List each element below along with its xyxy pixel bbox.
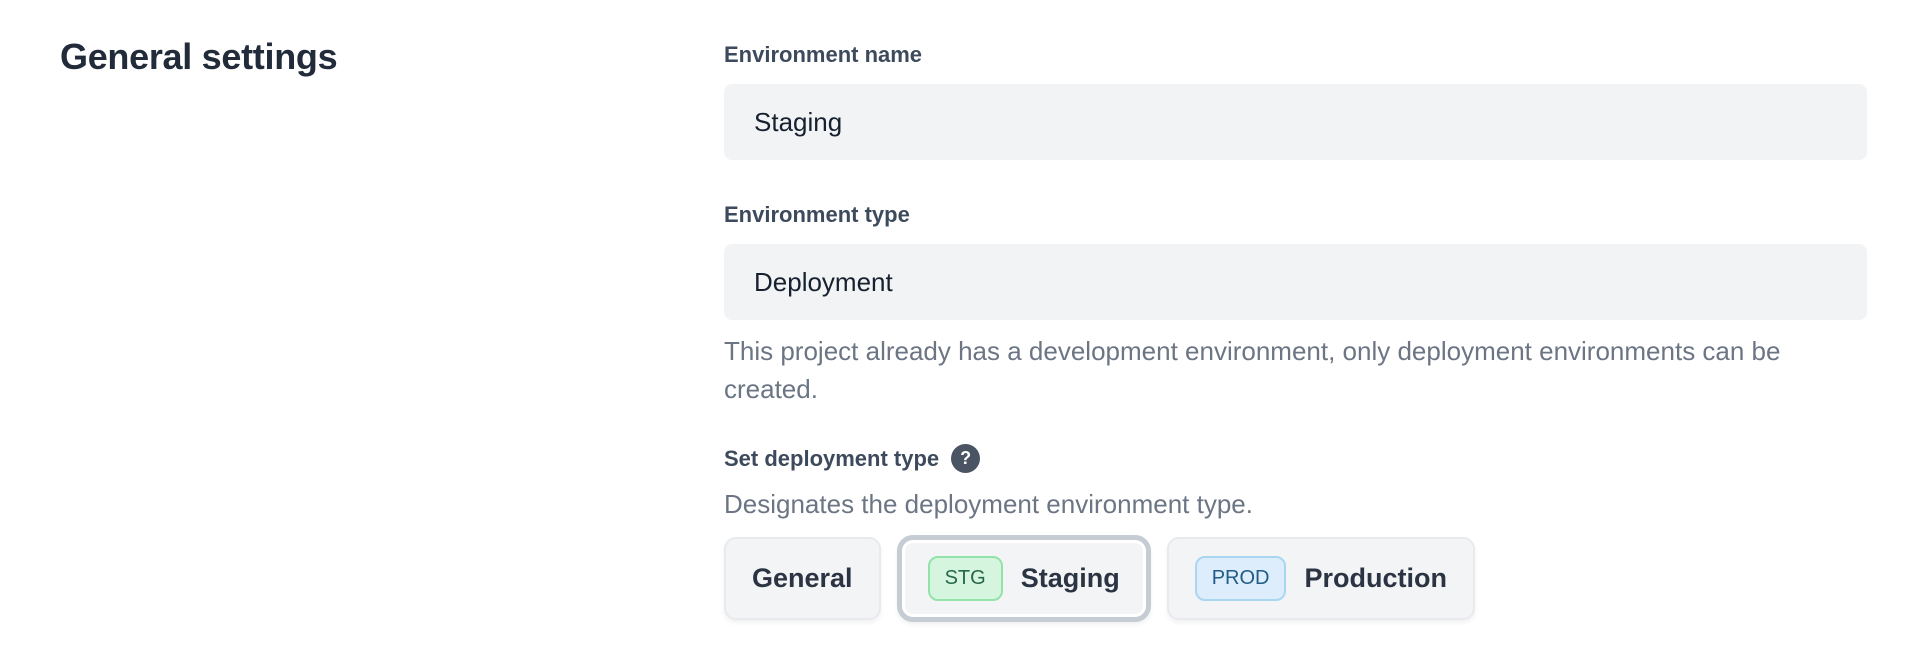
deployment-type-label: Set deployment type: [724, 446, 939, 472]
environment-name-label: Environment name: [724, 42, 1867, 68]
deployment-type-general-button[interactable]: General: [724, 537, 881, 620]
deployment-type-general-label: General: [752, 563, 853, 594]
deployment-type-staging-label: Staging: [1021, 563, 1120, 594]
deployment-type-description: Designates the deployment environment ty…: [724, 485, 1867, 523]
environment-name-input[interactable]: [724, 84, 1867, 160]
environment-settings-form: Environment name Environment type This p…: [724, 36, 1867, 622]
deployment-type-label-row: Set deployment type ?: [724, 444, 1867, 473]
environment-type-field: Environment type This project already ha…: [724, 202, 1867, 408]
page-title: General settings: [60, 36, 724, 78]
environment-name-field: Environment name: [724, 42, 1867, 160]
deployment-type-production-label: Production: [1304, 563, 1447, 594]
environment-type-help-text: This project already has a development e…: [724, 332, 1867, 408]
deployment-type-section: Set deployment type ? Designates the dep…: [724, 444, 1867, 622]
prod-badge: PROD: [1195, 556, 1287, 601]
deployment-type-options: General STG Staging PROD Production: [724, 535, 1867, 622]
deployment-type-staging-button[interactable]: STG Staging: [897, 535, 1151, 622]
environment-type-label: Environment type: [724, 202, 1867, 228]
settings-section-header: General settings: [60, 36, 724, 78]
deployment-type-production-button[interactable]: PROD Production: [1167, 537, 1475, 620]
stg-badge: STG: [928, 556, 1003, 601]
environment-type-input[interactable]: [724, 244, 1867, 320]
general-settings-page: General settings Environment name Enviro…: [0, 0, 1916, 622]
question-mark-icon[interactable]: ?: [951, 444, 980, 473]
